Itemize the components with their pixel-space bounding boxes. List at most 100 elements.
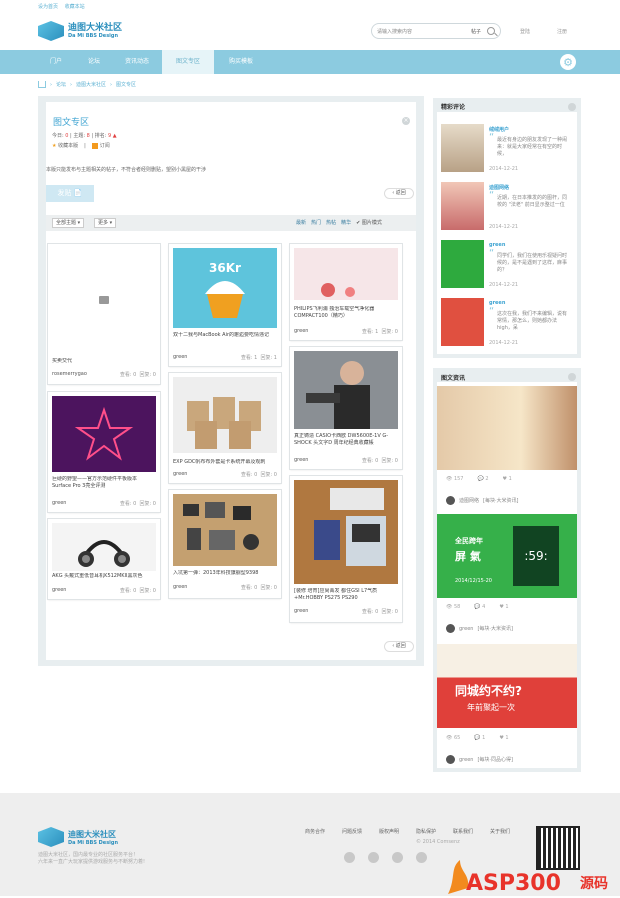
post-card[interactable]: PHILIPS飞利浦 独治车载空气净化器COMPACT100（精巧） green…	[290, 244, 402, 340]
rank-up-icon: ▲	[112, 133, 117, 139]
comment-image	[441, 182, 484, 230]
post-author[interactable]: green	[52, 587, 66, 593]
post-author[interactable]: green	[294, 608, 308, 614]
search-input[interactable]: 请输入搜索内容	[377, 28, 471, 35]
search-scope[interactable]: 帖子	[471, 28, 481, 35]
site-logo[interactable]: 迪图大米社区 Da Mi BBS Design	[38, 20, 133, 42]
post-title[interactable]: 双十二我与MacBook Air的邂逅要吃情违记	[173, 332, 277, 346]
post-author[interactable]: green	[173, 584, 187, 590]
nav-item-buy-template[interactable]: 购买模板	[216, 50, 266, 74]
svg-text:ASP300: ASP300	[466, 871, 561, 896]
post-title[interactable]: AKG 头戴式重低音耳机K512MKII黑灰色	[52, 573, 156, 580]
post-image	[52, 523, 156, 571]
tab-hot-threads[interactable]: 热帖	[326, 219, 336, 226]
register-link[interactable]: 注册	[557, 28, 567, 35]
post-image	[173, 494, 277, 566]
post-image	[52, 396, 156, 472]
tab-latest[interactable]: 最新	[296, 219, 306, 226]
rss-icon	[91, 142, 98, 149]
post-author[interactable]: green	[173, 354, 187, 360]
post-card[interactable]: AKG 头戴式重低音耳机K512MKII黑灰色 green 查看: 0 回复: …	[48, 519, 160, 599]
topbar-links: 设为首页 收藏本站	[38, 3, 90, 10]
post-title[interactable]: 真正铸造 CASIO卡西欧 DW5600E-1V G-SHOCK 头文字D 周年…	[294, 433, 398, 454]
nav-item-portal[interactable]: 门户	[38, 50, 74, 74]
post-title[interactable]: 买卖交代	[52, 358, 156, 365]
avatar	[446, 496, 455, 505]
post-image	[294, 248, 398, 300]
back-button-bottom[interactable]: ‹ 返回	[384, 641, 414, 652]
collapse-icon[interactable]: ×	[402, 117, 410, 125]
image-mode-checkbox[interactable]: ✔ 图片模式	[356, 219, 382, 226]
news-image[interactable]	[437, 386, 577, 470]
favorite-button[interactable]: ★ 收藏本版	[52, 142, 78, 149]
all-topics-select[interactable]: 全部主题 ▾	[52, 218, 85, 228]
breadcrumb-item[interactable]: 迪图大米社区	[76, 81, 106, 88]
post-card[interactable]: 36Kr 双十二我与MacBook Air的邂逅要吃情违记 green 查看: …	[169, 244, 281, 366]
news-author[interactable]: 迪图网络 [每块·大米资讯]	[446, 496, 519, 505]
footer-link[interactable]: 隐私保护	[416, 828, 436, 835]
nav-item-forum[interactable]: 论坛	[76, 50, 112, 74]
post-author[interactable]: green	[52, 500, 66, 506]
back-button[interactable]: ‹ 返回	[384, 188, 414, 199]
footer-link[interactable]: 联系我们	[453, 828, 473, 835]
tab-hot[interactable]: 热门	[311, 219, 321, 226]
post-image: 36Kr	[173, 248, 277, 328]
login-link[interactable]: 登陆	[520, 28, 530, 35]
footer-logo[interactable]: 迪图大米社区 Da Mi BBS Design	[38, 826, 138, 848]
nav-item-news[interactable]: 资讯动态	[114, 50, 160, 74]
post-card[interactable]: [装修 培育]应尚菁发 都住GSI L7气质+Mr.HOBBY PS275 PS…	[290, 476, 402, 622]
post-author[interactable]: green	[173, 471, 187, 477]
news-author[interactable]: green [每块·同品心得]	[446, 755, 513, 764]
nav-item-gallery[interactable]: 图文专区	[162, 50, 214, 74]
forum-actions: ★ 收藏本版 | 订阅	[52, 142, 110, 149]
post-image	[294, 480, 398, 584]
qq-icon[interactable]	[392, 852, 403, 863]
set-home-link[interactable]: 设为首页	[38, 4, 58, 10]
post-card[interactable]: 入坑第一弹：2013年科技旗舰型9398 green 查看: 0 回复: 0	[169, 490, 281, 598]
post-title[interactable]: 巨硬的野望——官方示范硬件平板版本Surface Pro 3亮全评测	[52, 476, 156, 490]
new-post-button[interactable]: 发贴 📄	[46, 185, 94, 202]
post-author[interactable]: rosemerrygao	[52, 371, 87, 377]
forum-title: 图文专区	[53, 118, 90, 128]
footer-link[interactable]: 版权声明	[379, 828, 399, 835]
widget-toggle-icon[interactable]	[568, 373, 576, 381]
search-box[interactable]: 请输入搜索内容 帖子	[371, 23, 501, 39]
comment-image	[441, 298, 484, 346]
home-icon[interactable]	[38, 81, 46, 88]
gear-icon[interactable]: ⚙	[560, 54, 576, 70]
news-author[interactable]: green [每块·大米资讯]	[446, 624, 513, 633]
wechat-icon[interactable]	[368, 852, 379, 863]
footer-link[interactable]: 问题反馈	[342, 828, 362, 835]
post-card[interactable]: 真正铸造 CASIO卡西欧 DW5600E-1V G-SHOCK 头文字D 周年…	[290, 347, 402, 469]
post-card[interactable]: 买卖交代 rosemerrygao 查看: 0 回复: 0	[48, 244, 160, 384]
comment-image	[441, 124, 484, 172]
widget-toggle-icon[interactable]	[568, 103, 576, 111]
post-title[interactable]: [装修 培育]应尚菁发 都住GSI L7气质+Mr.HOBBY PS275 PS…	[294, 588, 398, 602]
star-icon: ★	[52, 143, 57, 149]
news-image[interactable]: 全民跨年 屏 氣 2014/12/15-20 :59:	[437, 514, 577, 598]
post-title[interactable]: PHILIPS飞利浦 独治车载空气净化器COMPACT100（精巧）	[294, 306, 398, 320]
filter-bar: 全部主题 ▾ 更多 ▾ 最新 热门 热帖 精华 ✔ 图片模式	[46, 215, 416, 231]
search-icon[interactable]	[487, 27, 495, 35]
footer-link[interactable]: 商务合作	[305, 828, 325, 835]
cube-logo-icon	[38, 21, 64, 41]
post-card[interactable]: EXP GDC帆布布外套是卡系统开幕及观刺 green 查看: 0 回复: 0	[169, 373, 281, 483]
subscribe-button[interactable]: 订阅	[91, 142, 110, 149]
weibo-icon[interactable]	[344, 852, 355, 863]
post-author[interactable]: green	[294, 457, 308, 463]
forum-stats: 今日: 0 | 主题: 8 | 排名: 9 ▲	[52, 133, 117, 139]
post-card[interactable]: 巨硬的野望——官方示范硬件平板版本Surface Pro 3亮全评测 green…	[48, 392, 160, 512]
bookmark-link[interactable]: 收藏本站	[65, 4, 85, 10]
post-title[interactable]: EXP GDC帆布布外套是卡系统开幕及观刺	[173, 459, 277, 466]
footer-link[interactable]: 关于我们	[490, 828, 510, 835]
share-icon[interactable]	[416, 852, 427, 863]
news-image[interactable]: 同城约不约? 年前聚起一次	[437, 644, 577, 728]
tab-digest[interactable]: 精华	[341, 219, 351, 226]
cube-logo-icon	[38, 827, 64, 847]
post-author[interactable]: green	[294, 328, 308, 334]
breadcrumb-item[interactable]: 论坛	[56, 81, 66, 88]
more-select[interactable]: 更多 ▾	[94, 218, 117, 228]
post-title[interactable]: 入坑第一弹：2013年科技旗舰型9398	[173, 570, 277, 577]
breadcrumb-item[interactable]: 图文专区	[116, 81, 136, 88]
logo-name: 迪图大米社区	[68, 23, 123, 33]
